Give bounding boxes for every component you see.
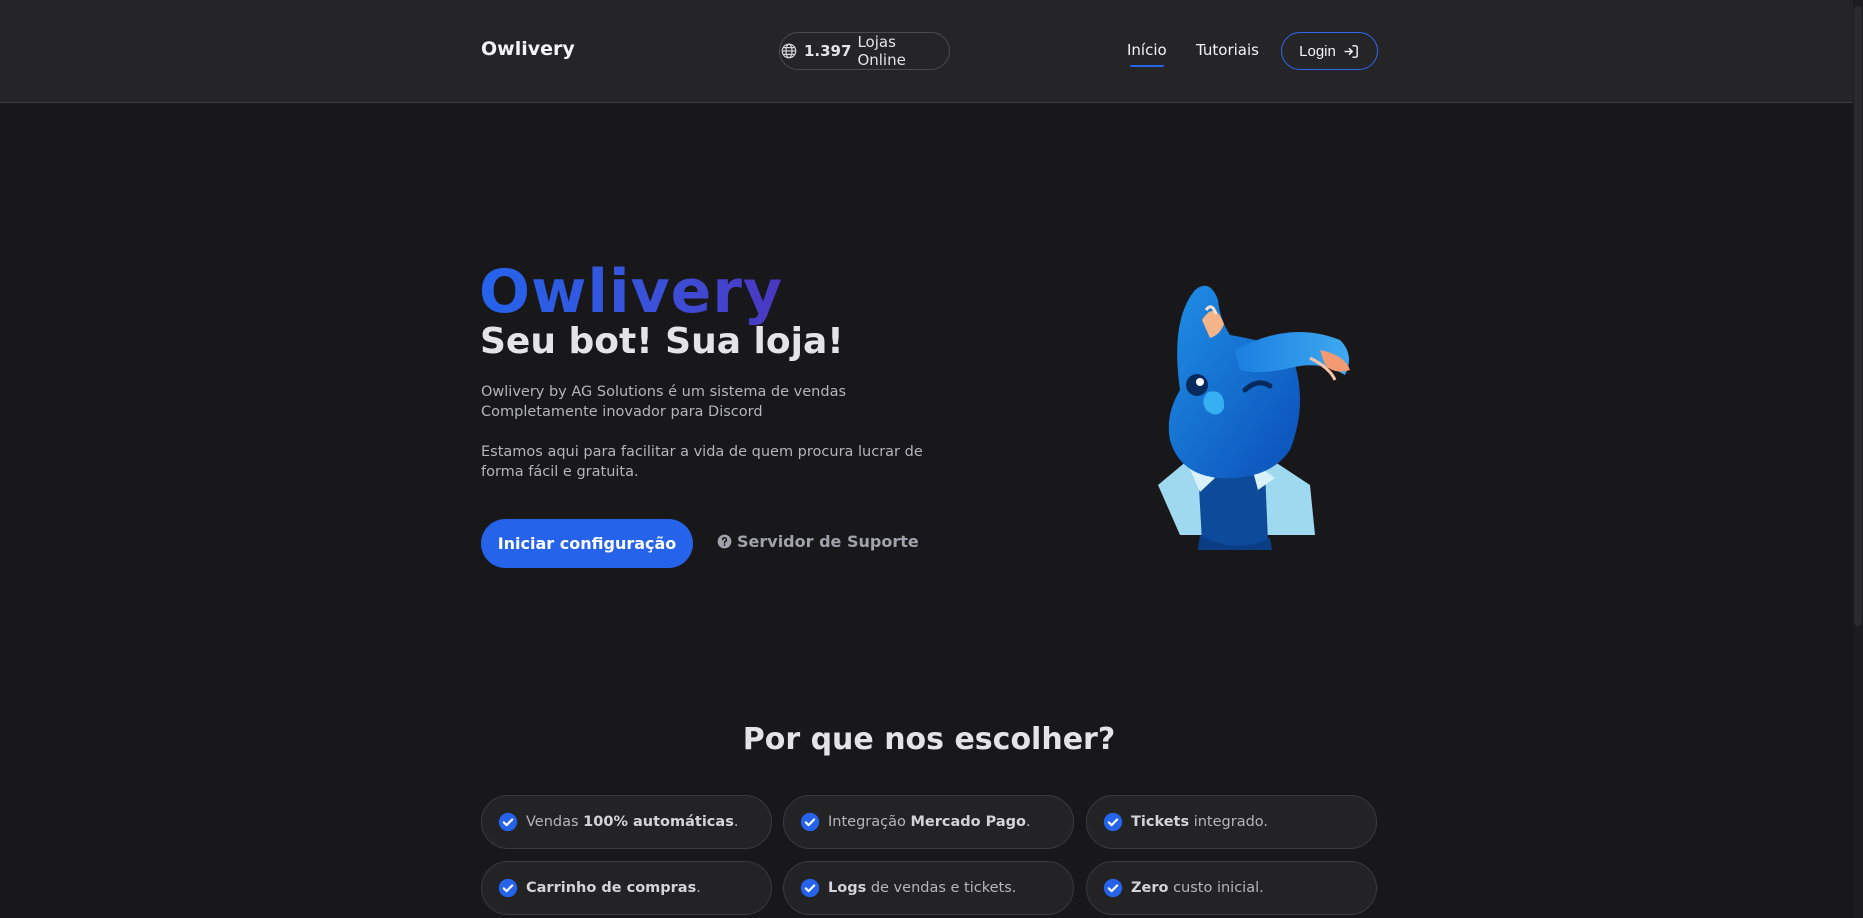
hero-subtitle: Seu bot! Sua loja! <box>480 321 844 362</box>
stores-label: Lojas Online <box>857 33 906 69</box>
hero-description-2: Estamos aqui para facilitar a vida de qu… <box>481 442 941 482</box>
check-circle-icon <box>800 812 820 832</box>
hero-desc1-line1: Owlivery by AG Solutions é um sistema de… <box>481 384 847 400</box>
login-button[interactable]: Login <box>1281 32 1378 70</box>
feature-text: Zero custo inicial. <box>1131 880 1264 896</box>
feature-text: Logs de vendas e tickets. <box>828 880 1017 896</box>
hero-desc1-line2: Completamente inovador para Discord <box>481 404 763 420</box>
page-scrollbar[interactable] <box>1853 0 1863 918</box>
feature-item: Carrinho de compras. <box>481 861 772 915</box>
globe-icon <box>781 43 797 59</box>
nav-link-tutoriais[interactable]: Tutoriais <box>1196 41 1259 59</box>
brand-logo[interactable]: Owlivery <box>481 38 575 60</box>
feature-text: Vendas 100% automáticas. <box>526 814 739 830</box>
check-circle-icon <box>498 812 518 832</box>
hero-title: Owlivery <box>479 257 784 327</box>
owl-mascot-illustration <box>1158 285 1350 550</box>
feature-text: Tickets integrado. <box>1131 814 1269 830</box>
check-circle-icon <box>498 878 518 898</box>
why-us-title: Por que nos escolher? <box>742 722 1116 757</box>
stores-count: 1.397 <box>803 42 852 60</box>
feature-item: Tickets integrado. <box>1086 795 1377 849</box>
feature-item: Logs de vendas e tickets. <box>783 861 1074 915</box>
feature-item: Integração Mercado Pago. <box>783 795 1074 849</box>
check-circle-icon <box>1103 878 1123 898</box>
hero-description-1: Owlivery by AG Solutions é um sistema de… <box>481 382 941 422</box>
start-setup-button[interactable]: Iniciar configuração <box>481 519 693 568</box>
top-navbar: Owlivery 1.397 Lojas Online Início Tutor… <box>0 0 1863 103</box>
stores-online-badge: 1.397 Lojas Online <box>779 32 950 70</box>
login-label: Login <box>1299 42 1336 60</box>
hero-desc2-line2: forma fácil e gratuita. <box>481 464 639 480</box>
nav-link-inicio[interactable]: Início <box>1127 41 1167 67</box>
login-arrow-icon <box>1344 44 1358 58</box>
hero-desc2-line1: Estamos aqui para facilitar a vida de qu… <box>481 444 923 460</box>
support-server-link[interactable]: Servidor de Suporte <box>717 532 919 551</box>
support-label: Servidor de Suporte <box>737 532 919 551</box>
feature-item: Vendas 100% automáticas. <box>481 795 772 849</box>
scrollbar-thumb[interactable] <box>1854 6 1862 626</box>
feature-item: Zero custo inicial. <box>1086 861 1377 915</box>
feature-text: Integração Mercado Pago. <box>828 814 1031 830</box>
check-circle-icon <box>1103 812 1123 832</box>
question-circle-icon <box>717 534 732 549</box>
check-circle-icon <box>800 878 820 898</box>
feature-text: Carrinho de compras. <box>526 880 701 896</box>
